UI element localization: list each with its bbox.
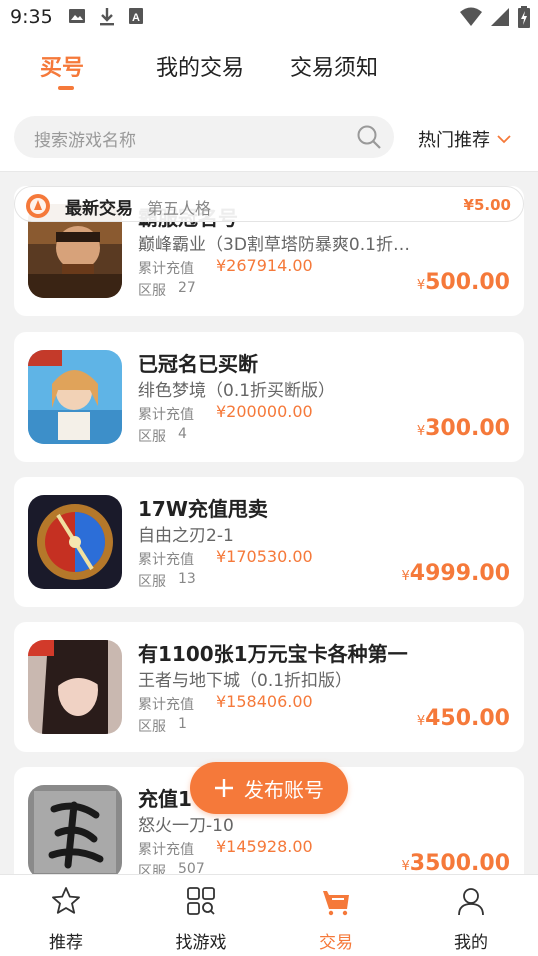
tab-my-trades[interactable]: 我的交易 bbox=[156, 50, 244, 82]
publish-label: 发布账号 bbox=[244, 777, 324, 802]
currency-symbol: ¥ bbox=[416, 278, 426, 293]
server-label: 区服 bbox=[138, 864, 166, 874]
battery-icon bbox=[518, 6, 530, 28]
person-icon bbox=[458, 888, 484, 916]
listing-title: 充值1 bbox=[138, 787, 192, 811]
listing-game: 自由之刃2-1 bbox=[138, 526, 234, 546]
game-thumbnail bbox=[28, 640, 122, 734]
nav-label: 找游戏 bbox=[175, 933, 227, 953]
a-icon: A bbox=[129, 8, 143, 24]
listing-game: 巅峰霸业（3D割草塔防暴爽0.1折… bbox=[138, 235, 410, 255]
server-label: 区服 bbox=[138, 283, 166, 299]
wifi-icon bbox=[460, 7, 482, 26]
server-value: 4 bbox=[178, 426, 187, 442]
listing-price: ¥3500.00 bbox=[402, 851, 510, 874]
price-value: 4999.00 bbox=[409, 561, 510, 586]
price-value: 450.00 bbox=[425, 706, 510, 731]
latest-trade-label: 最新交易 bbox=[65, 199, 133, 219]
nav-mine[interactable]: 我的 bbox=[421, 885, 521, 953]
nav-label: 交易 bbox=[319, 933, 353, 953]
listing-game: 怒火一刀-10 bbox=[138, 816, 234, 836]
search-input[interactable]: 搜索游戏名称 bbox=[14, 116, 394, 158]
latest-trade-game: 第五人格 bbox=[147, 199, 212, 218]
grid-search-icon bbox=[187, 887, 215, 915]
listing-card[interactable]: 已冠名已买断 绯色梦境（0.1折买断版） 累计充值 ¥200000.00 区服 … bbox=[14, 332, 524, 462]
currency-symbol: ¥ bbox=[401, 569, 410, 584]
nav-recommend[interactable]: 推荐 bbox=[16, 885, 116, 953]
status-bar: 9:35 A bbox=[0, 0, 538, 34]
search-placeholder: 搜索游戏名称 bbox=[34, 131, 136, 151]
listing-title: 已冠名已买断 bbox=[138, 352, 258, 376]
listing-price: ¥300.00 bbox=[417, 416, 510, 441]
server-value: 13 bbox=[178, 571, 196, 587]
search-row: 搜索游戏名称 热门推荐 bbox=[0, 100, 538, 172]
image-icon bbox=[69, 9, 85, 23]
recharge-amount: ¥200000.00 bbox=[216, 402, 313, 421]
game-thumbnail bbox=[28, 495, 122, 589]
recharge-amount: ¥158406.00 bbox=[216, 692, 313, 711]
listing-game: 王者与地下城（0.1折扣版） bbox=[138, 671, 353, 691]
recharge-label: 累计充值 bbox=[138, 261, 194, 277]
listing-card[interactable]: 17W充值甩卖 自由之刃2-1 累计充值 ¥170530.00 区服 13 ¥4… bbox=[14, 477, 524, 607]
listing-title: 17W充值甩卖 bbox=[138, 497, 268, 521]
trade-cart-icon bbox=[323, 891, 349, 916]
recharge-label: 累计充值 bbox=[138, 697, 194, 713]
game-thumbnail bbox=[28, 785, 122, 874]
listing-game: 绯色梦境（0.1折买断版） bbox=[138, 381, 336, 401]
game-thumbnail bbox=[28, 350, 122, 444]
nav-label: 我的 bbox=[454, 933, 488, 953]
chevron-down-icon bbox=[497, 135, 511, 144]
currency-symbol: ¥ bbox=[416, 424, 426, 439]
tab-trade-notice[interactable]: 交易须知 bbox=[290, 50, 378, 82]
server-label: 区服 bbox=[138, 429, 166, 445]
signal-icon bbox=[491, 8, 509, 26]
recharge-amount: ¥145928.00 bbox=[216, 837, 313, 856]
nav-trade[interactable]: 交易 bbox=[286, 885, 386, 953]
recharge-amount: ¥267914.00 bbox=[216, 256, 313, 275]
sort-label: 热门推荐 bbox=[418, 130, 490, 151]
listing-title: 有1100张1万元宝卡各种第一 bbox=[138, 642, 408, 666]
active-tab-indicator bbox=[58, 86, 74, 90]
nav-label: 推荐 bbox=[49, 933, 83, 953]
latest-trade-banner[interactable]: 最新交易 第五人格 ¥5.00 bbox=[14, 186, 524, 222]
sort-dropdown[interactable]: 热门推荐 bbox=[418, 126, 512, 152]
currency-symbol: ¥ bbox=[416, 714, 426, 729]
recharge-label: 累计充值 bbox=[138, 407, 194, 423]
svg-text:A: A bbox=[132, 12, 140, 24]
nav-find-game[interactable]: 找游戏 bbox=[151, 885, 251, 953]
star-icon bbox=[52, 887, 80, 914]
search-icon[interactable] bbox=[356, 124, 382, 150]
status-right-icons bbox=[460, 6, 530, 28]
status-left-icons: A bbox=[68, 7, 144, 27]
server-value: 27 bbox=[178, 280, 196, 296]
recharge-label: 累计充值 bbox=[138, 552, 194, 568]
trade-badge-icon bbox=[26, 194, 50, 218]
listing-price: ¥4999.00 bbox=[402, 561, 510, 586]
listing-price: ¥450.00 bbox=[417, 706, 510, 731]
listing-card[interactable]: 有1100张1万元宝卡各种第一 王者与地下城（0.1折扣版） 累计充值 ¥158… bbox=[14, 622, 524, 752]
publish-account-button[interactable]: 发布账号 bbox=[190, 762, 348, 814]
recharge-label: 累计充值 bbox=[138, 842, 194, 858]
status-time: 9:35 bbox=[10, 6, 53, 28]
currency-symbol: ¥ bbox=[401, 859, 410, 874]
bottom-nav: 推荐 找游戏 交易 我的 bbox=[0, 874, 538, 956]
server-value: 507 bbox=[178, 861, 205, 874]
listing-price: ¥500.00 bbox=[417, 270, 510, 295]
plus-icon bbox=[215, 779, 233, 797]
download-icon bbox=[100, 8, 114, 26]
server-label: 区服 bbox=[138, 574, 166, 590]
price-value: 300.00 bbox=[425, 416, 510, 441]
server-value: 1 bbox=[178, 716, 187, 732]
server-label: 区服 bbox=[138, 719, 166, 735]
price-value: 500.00 bbox=[425, 270, 510, 295]
recharge-amount: ¥170530.00 bbox=[216, 547, 313, 566]
price-value: 3500.00 bbox=[409, 851, 510, 874]
top-tab-bar: 买号 我的交易 交易须知 bbox=[0, 34, 538, 100]
tab-buy-account[interactable]: 买号 bbox=[40, 50, 84, 82]
latest-trade-price: ¥5.00 bbox=[463, 196, 511, 214]
